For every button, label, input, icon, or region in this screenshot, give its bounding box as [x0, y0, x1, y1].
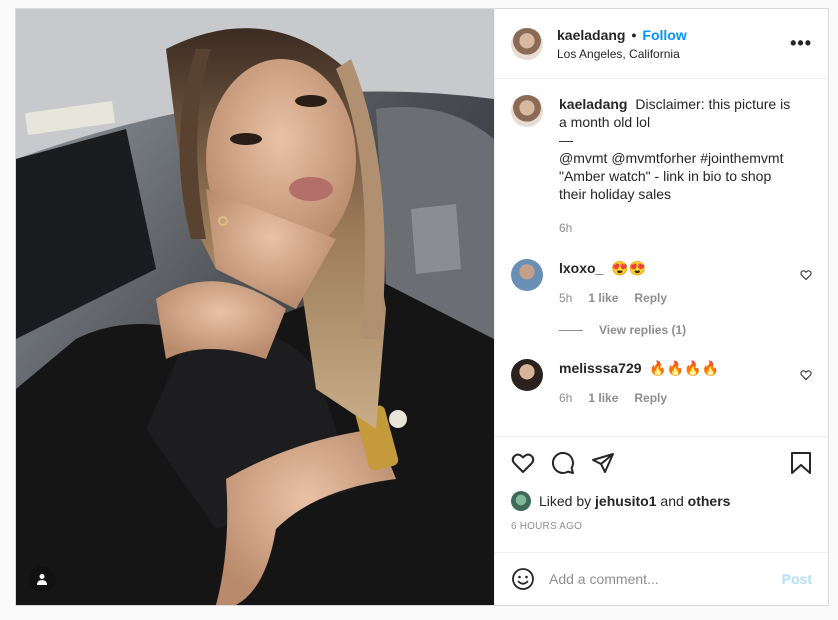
post-modal: kaeladang • Follow Los Angeles, Californ…	[15, 8, 829, 606]
comment-time[interactable]: 6h	[559, 391, 572, 405]
likes-summary: Liked by jehusito1 and others	[511, 491, 812, 511]
post-location[interactable]: Los Angeles, California	[557, 47, 687, 61]
liked-by-user[interactable]: jehusito1	[595, 493, 656, 509]
comment-composer: Post	[495, 552, 828, 605]
caption-line: "Amber watch" - link in bio to shop thei…	[559, 168, 772, 202]
post-actions: Liked by jehusito1 and others 6 HOURS AG…	[495, 436, 828, 552]
comment-content: 🔥🔥🔥🔥	[649, 360, 720, 376]
reply-button[interactable]: Reply	[634, 391, 667, 405]
avatar[interactable]	[511, 491, 531, 511]
view-replies-button[interactable]: View replies (1)	[559, 323, 812, 337]
caption: kaeladang Disclaimer: this picture is a …	[511, 95, 812, 235]
comment-text: lxoxo_ 😍😍	[559, 259, 799, 277]
post-header: kaeladang • Follow Los Angeles, Californ…	[495, 9, 828, 79]
comment-icon[interactable]	[551, 451, 575, 475]
caption-line: —	[559, 132, 573, 148]
caption-username[interactable]: kaeladang	[559, 96, 627, 112]
action-icons	[511, 449, 812, 477]
avatar[interactable]	[511, 95, 543, 127]
liked-by-prefix: Liked by	[539, 493, 592, 509]
liked-by-others[interactable]: others	[688, 493, 731, 509]
liked-by-and: and	[660, 493, 684, 509]
heart-icon[interactable]	[800, 369, 812, 381]
comment-username[interactable]: melisssa729	[559, 360, 642, 376]
comment-meta: 5h 1 like Reply	[559, 291, 812, 305]
post-username[interactable]: kaeladang	[557, 27, 625, 43]
view-replies-label: View replies (1)	[599, 323, 687, 337]
comment-input[interactable]	[549, 571, 782, 587]
bookmark-icon[interactable]	[790, 451, 812, 475]
post-photo[interactable]	[16, 9, 494, 605]
heart-icon[interactable]	[511, 451, 535, 475]
post-button[interactable]: Post	[782, 571, 812, 587]
comment-likes[interactable]: 1 like	[588, 391, 618, 405]
header-row: kaeladang • Follow	[557, 27, 687, 43]
comment-likes[interactable]: 1 like	[588, 291, 618, 305]
caption-body: kaeladang Disclaimer: this picture is a …	[559, 95, 812, 235]
more-options-icon[interactable]: •••	[790, 33, 812, 54]
heart-icon[interactable]	[800, 269, 812, 281]
photo-image	[16, 9, 494, 605]
header-info: kaeladang • Follow Los Angeles, Californ…	[557, 27, 687, 61]
avatar[interactable]	[511, 359, 543, 391]
comment-item: lxoxo_ 😍😍 5h 1 like Reply	[511, 259, 812, 305]
reply-button[interactable]: Reply	[634, 291, 667, 305]
share-icon[interactable]	[591, 451, 615, 475]
comment-content: 😍😍	[611, 260, 647, 276]
comment-time[interactable]: 5h	[559, 291, 572, 305]
emoji-icon[interactable]	[511, 567, 535, 591]
caption-time[interactable]: 6h	[559, 221, 572, 235]
caption-text: kaeladang Disclaimer: this picture is a …	[559, 95, 799, 203]
caption-line: @mvmt @mvmtforher #jointhemvmt	[559, 150, 784, 166]
comment-username[interactable]: lxoxo_	[559, 260, 603, 276]
comment-meta: 6h 1 like Reply	[559, 391, 812, 405]
replies-divider	[559, 329, 583, 331]
avatar[interactable]	[511, 27, 543, 60]
comment-item: melisssa729 🔥🔥🔥🔥 6h 1 like Reply	[511, 359, 812, 405]
comments-list[interactable]: kaeladang Disclaimer: this picture is a …	[495, 79, 828, 436]
separator-dot: •	[631, 26, 637, 43]
comment-text: melisssa729 🔥🔥🔥🔥	[559, 359, 799, 377]
caption-meta: 6h	[559, 221, 812, 235]
post-timestamp[interactable]: 6 HOURS AGO	[511, 521, 812, 532]
comment-body: melisssa729 🔥🔥🔥🔥 6h 1 like Reply	[559, 359, 812, 405]
comment-body: lxoxo_ 😍😍 5h 1 like Reply	[559, 259, 812, 305]
follow-button[interactable]: Follow	[642, 27, 686, 43]
post-sidebar: kaeladang • Follow Los Angeles, Californ…	[494, 9, 828, 605]
user-tag-icon[interactable]	[29, 566, 55, 592]
avatar[interactable]	[511, 259, 543, 291]
